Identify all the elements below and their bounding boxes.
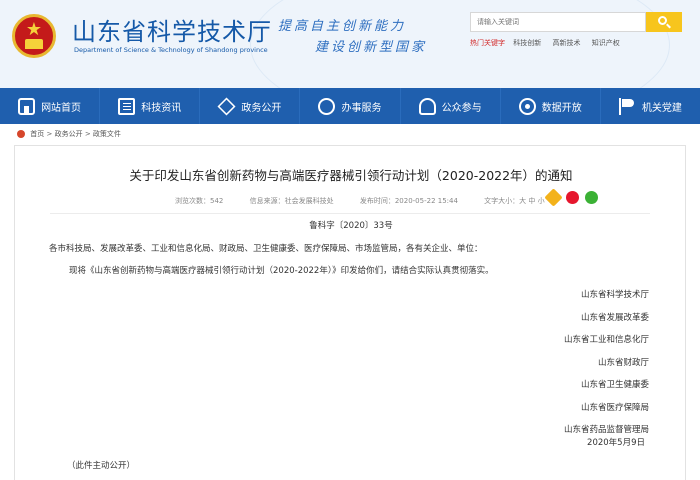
nav-item-label: 数据开放	[541, 102, 582, 114]
nav-item-gov-affairs[interactable]: 政务公开	[200, 88, 301, 124]
hot-keywords-label: 热门关键字	[470, 39, 505, 47]
nav-item-news[interactable]: 科技资讯	[100, 88, 201, 124]
person-icon	[318, 97, 336, 115]
nav-item-label: 科技资讯	[141, 102, 182, 114]
font-size-control[interactable]: 文字大小：大 中 小	[484, 197, 544, 205]
news-icon	[118, 97, 136, 115]
hot-keyword-link[interactable]: 高新技术	[552, 39, 580, 47]
people-icon	[418, 97, 436, 115]
breadcrumb-item[interactable]: 政策文件	[93, 130, 121, 138]
sign-date: 2020年5月9日	[587, 438, 645, 448]
nav-item-home[interactable]: 网站首页	[0, 88, 101, 124]
breadcrumb: 首页 > 政务公开 > 政策文件	[17, 129, 121, 139]
breadcrumb-item[interactable]: 首页	[30, 130, 44, 138]
info-source: 信息来源：社会发展科技处	[249, 197, 334, 205]
nav-item-participation[interactable]: 公众参与	[401, 88, 501, 124]
location-icon	[17, 130, 25, 138]
layers-icon	[217, 96, 236, 116]
article-title: 关于印发山东省创新药物与高端医疗器械引领行动计划（2020-2022年）的通知	[129, 168, 573, 183]
signatory: 山东省医疗保障局	[580, 402, 649, 413]
wechat-icon[interactable]	[584, 191, 598, 204]
signatory: 山东省卫生健康委	[580, 380, 649, 390]
hot-keyword-link[interactable]: 知识产权	[592, 39, 620, 47]
nav-item-label: 公众参与	[441, 102, 482, 114]
signatory: 山东省科学技术厅	[580, 290, 649, 300]
disclosure-note: （此件主动公开）	[67, 461, 136, 471]
signatories: 山东省科学技术厅 山东省发展改革委 山东省工业和信息化厅 山东省财政厅 山东省卫…	[564, 284, 649, 442]
site-header: ★ 山东省科学技术厅 Department of Science & Techn…	[0, 0, 700, 88]
slogan-line-1: 提高自主创新能力	[278, 19, 407, 34]
search-input[interactable]	[470, 12, 646, 32]
nav-item-services[interactable]: 办事服务	[300, 88, 401, 124]
share-bar	[544, 188, 601, 207]
hot-keyword-link[interactable]: 科技创新	[513, 39, 541, 47]
hot-keywords: 热门关键字 科技创新 高新技术 知识产权	[470, 38, 629, 48]
slogan-line-2: 建设创新型国家	[315, 40, 428, 55]
article-meta: 浏览次数：542 信息来源：社会发展科技处 发布时间：2020-05-22 15…	[175, 196, 569, 206]
divider	[50, 213, 650, 214]
weibo-icon[interactable]	[565, 191, 579, 204]
signatory: 山东省发展改革委	[580, 312, 649, 323]
search-button[interactable]	[646, 12, 682, 32]
main-nav: 网站首页 科技资讯 政务公开 办事服务 公众参与 数据开放 机关党建	[0, 88, 700, 124]
breadcrumb-separator: >	[84, 130, 91, 138]
nav-item-label: 网站首页	[41, 102, 82, 114]
article-panel: 关于印发山东省创新药物与高端医疗器械引领行动计划（2020-2022年）的通知 …	[14, 145, 686, 480]
data-icon	[518, 97, 536, 115]
site-name[interactable]: 山东省科学技术厅	[72, 12, 272, 47]
nav-item-party[interactable]: 机关党建	[601, 88, 700, 124]
nav-item-label: 政务公开	[241, 102, 282, 114]
emblem-gate-icon	[25, 39, 43, 49]
search-icon-handle	[666, 23, 671, 29]
breadcrumb-separator: >	[46, 130, 53, 138]
qzone-icon[interactable]	[544, 188, 563, 207]
site-name-english: Department of Science & Technology of Sh…	[74, 46, 268, 54]
body-paragraph: 现将《山东省创新药物与高端医疗器械引领行动计划（2020-2022年）》印发给你…	[69, 266, 494, 276]
home-icon	[18, 97, 36, 115]
nav-item-label: 机关党建	[641, 102, 682, 114]
publish-date: 发布时间：2020-05-22 15:44	[359, 197, 458, 205]
document-number: 鲁科字〔2020〕33号	[309, 221, 393, 231]
nav-item-open-data[interactable]: 数据开放	[501, 88, 601, 124]
addressees: 各市科技局、发展改革委、工业和信息化局、财政局、卫生健康委、医疗保障局、市场监管…	[49, 244, 483, 254]
signatory: 山东省工业和信息化厅	[563, 335, 649, 345]
signatory: 山东省财政厅	[597, 357, 649, 368]
national-emblem-logo[interactable]: ★	[12, 14, 56, 58]
breadcrumb-item[interactable]: 政务公开	[55, 130, 83, 138]
nav-item-label: 办事服务	[341, 102, 382, 114]
emblem-star-icon: ★	[25, 19, 43, 40]
view-count: 浏览次数：542	[175, 197, 224, 205]
party-flag-icon	[618, 97, 636, 115]
